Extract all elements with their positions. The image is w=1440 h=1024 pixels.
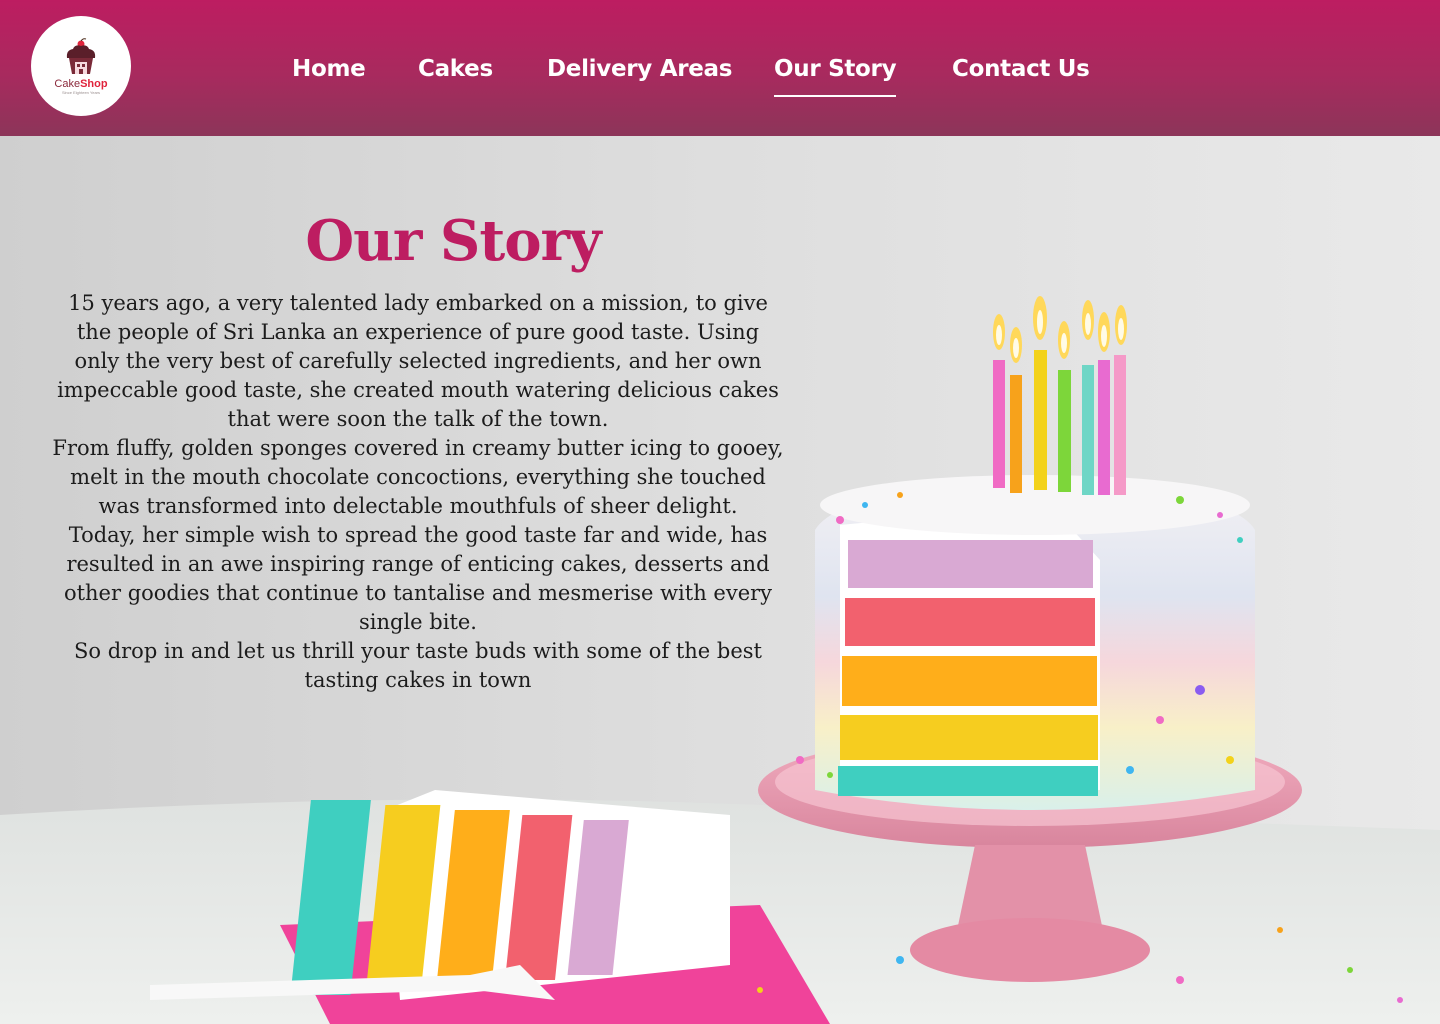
nav-contact-us[interactable]: Contact Us: [952, 56, 1090, 90]
main-nav: Home Cakes Delivery Areas Our Story Cont…: [0, 0, 1440, 136]
nav-delivery-areas[interactable]: Delivery Areas: [547, 56, 732, 90]
story-paragraph-4: So drop in and let us thrill your taste …: [74, 639, 762, 692]
page-title: Our Story: [305, 208, 601, 274]
nav-cakes[interactable]: Cakes: [418, 56, 493, 90]
story-text: 15 years ago, a very talented lady embar…: [52, 289, 784, 695]
story-paragraph-2: From fluffy, golden sponges covered in c…: [52, 436, 784, 518]
nav-our-story[interactable]: Our Story: [774, 56, 897, 97]
story-paragraph-3: Today, her simple wish to spread the goo…: [63, 523, 773, 634]
nav-home[interactable]: Home: [292, 56, 366, 90]
site-header: CakeShop Since Eighteen Years Home Cakes…: [0, 0, 1440, 136]
story-paragraph-1: 15 years ago, a very talented lady embar…: [57, 291, 779, 431]
